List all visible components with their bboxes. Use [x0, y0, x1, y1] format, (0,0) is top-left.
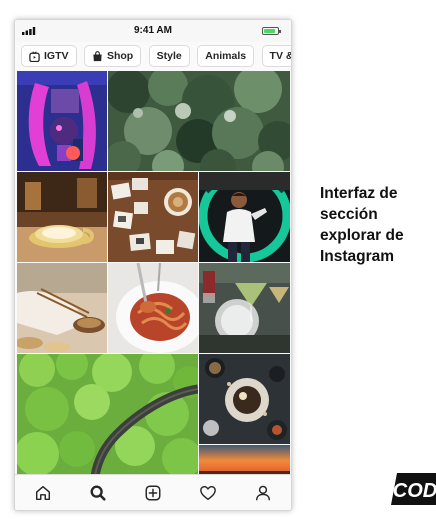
- photo-thumbnail: [199, 172, 290, 262]
- photo-thumbnail: [17, 71, 107, 171]
- photo-thumbnail: [108, 71, 290, 171]
- photo-thumbnail: [17, 172, 107, 262]
- tile-neon-art[interactable]: [17, 71, 107, 171]
- profile-icon: [256, 485, 271, 500]
- brand-logo: COD: [391, 473, 436, 505]
- tile-chopsticks-meal[interactable]: [17, 263, 107, 353]
- tile-photos-table[interactable]: [108, 172, 198, 262]
- caption-line: Instagram: [320, 248, 395, 265]
- shop-bag-icon: [93, 50, 102, 61]
- tile-tree-canopy[interactable]: [108, 71, 290, 171]
- bottom-nav: [15, 474, 291, 510]
- heart-icon: [200, 485, 217, 500]
- status-bar: 9:41 AM: [15, 20, 291, 42]
- chip-label: TV & M: [269, 50, 291, 62]
- tile-sunset[interactable]: [199, 445, 290, 476]
- chip-label: IGTV: [44, 50, 69, 62]
- topic-chips-bar[interactable]: IGTV Shop Style Animals TV & M: [15, 42, 291, 70]
- chip-label: Style: [156, 50, 182, 62]
- chip-igtv[interactable]: IGTV: [21, 45, 77, 67]
- tile-cafe-latte[interactable]: [17, 172, 107, 262]
- photo-thumbnail: [108, 172, 198, 262]
- caption-line: explorar de: [320, 227, 404, 244]
- photo-thumbnail: [199, 263, 290, 353]
- nav-home-button[interactable]: [32, 482, 54, 504]
- battery-icon: [262, 27, 281, 35]
- nav-new-post-button[interactable]: [142, 482, 164, 504]
- home-icon: [35, 485, 50, 500]
- logo-text: COD: [393, 480, 436, 502]
- nav-profile-button[interactable]: [252, 482, 274, 504]
- battery-level-fill: [264, 29, 276, 33]
- chip-style[interactable]: Style: [148, 45, 190, 67]
- tile-spaghetti[interactable]: [108, 263, 198, 353]
- plus-square-icon: [145, 485, 161, 500]
- photo-thumbnail: [199, 354, 290, 444]
- caption-line: sección: [320, 206, 378, 223]
- search-icon: [90, 485, 106, 501]
- slide-caption: Interfaz de sección explorar de Instagra…: [320, 183, 432, 267]
- nav-search-button[interactable]: [87, 482, 109, 504]
- status-time: 9:41 AM: [134, 25, 172, 36]
- nav-activity-button[interactable]: [197, 482, 219, 504]
- chip-shop[interactable]: Shop: [83, 45, 142, 67]
- tile-dark-food[interactable]: [199, 354, 290, 444]
- photo-thumbnail: [199, 445, 290, 476]
- photo-thumbnail: [17, 263, 107, 353]
- chip-tv-movies[interactable]: TV & M: [261, 45, 291, 67]
- chip-animals[interactable]: Animals: [197, 45, 255, 67]
- tile-forest-road[interactable]: [17, 354, 198, 476]
- battery-tip: [279, 30, 281, 33]
- tile-cocktails[interactable]: [199, 263, 290, 353]
- igtv-icon: [29, 50, 40, 62]
- chip-label: Shop: [106, 50, 134, 62]
- slide: 9:41 AM IGTV Shop Style Animals TV Inter…: [0, 0, 436, 522]
- chip-label: Animals: [205, 50, 247, 62]
- caption-line: Interfaz de: [320, 185, 398, 202]
- photo-thumbnail: [108, 263, 198, 353]
- phone-mockup: 9:41 AM IGTV Shop Style Animals TV: [14, 19, 292, 511]
- explore-grid: [17, 71, 290, 476]
- photo-thumbnail: [17, 354, 198, 476]
- tile-man-portrait[interactable]: [199, 172, 290, 262]
